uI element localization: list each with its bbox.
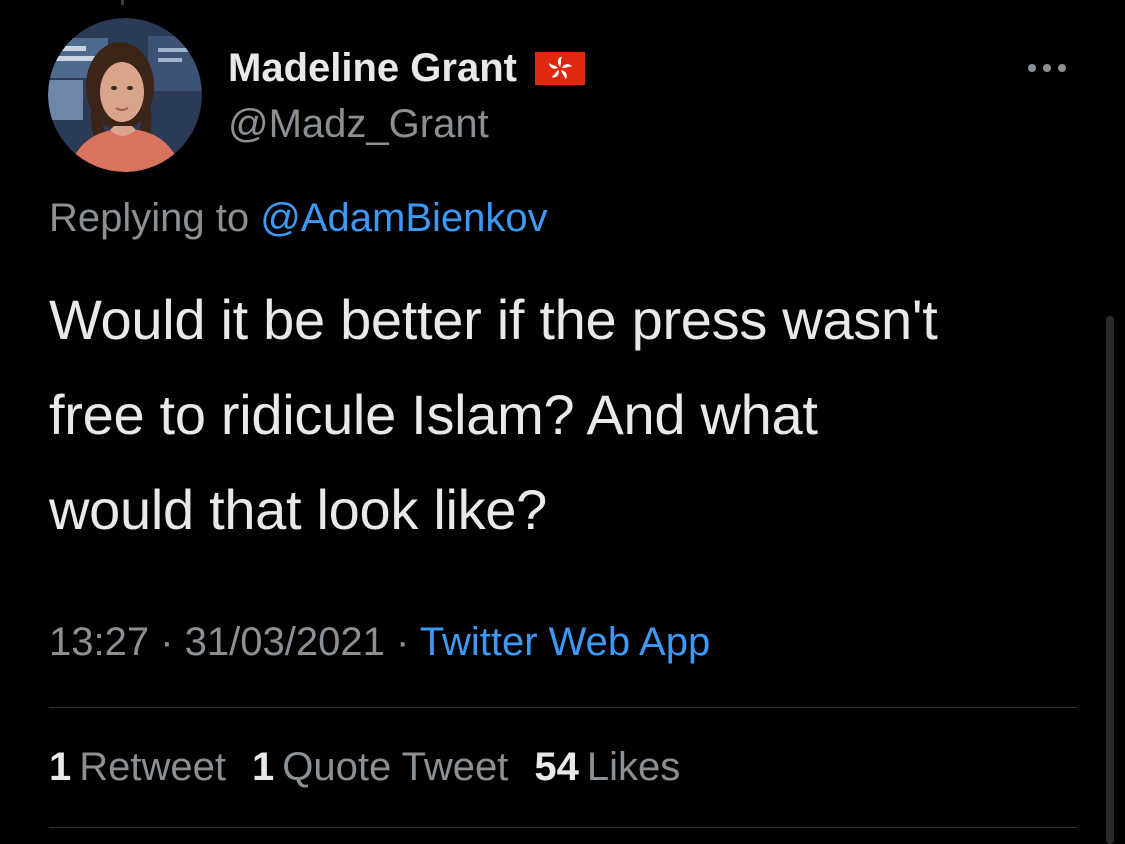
- reply-context: Replying to @AdamBienkov: [49, 192, 548, 244]
- likes-label: Likes: [586, 745, 681, 789]
- tweet-metadata: 13:27 · 31/03/2021 · Twitter Web App: [49, 616, 710, 668]
- tweet-text: Would it be better if the press wasn't f…: [49, 272, 1089, 557]
- tweet-date[interactable]: 31/03/2021: [185, 620, 385, 664]
- retweets-label: Retweet: [79, 745, 226, 789]
- meta-separator: ·: [396, 620, 420, 664]
- more-options-icon[interactable]: [1022, 58, 1072, 78]
- tweet-text-line: free to ridicule Islam? And what: [49, 383, 818, 446]
- tweet-detail: Madeline Grant @Madz_Grant Replying to @…: [0, 0, 1125, 844]
- tweet-source-link[interactable]: Twitter Web App: [420, 620, 711, 664]
- scrollbar[interactable]: [1106, 316, 1114, 844]
- thread-connector: [121, 0, 124, 5]
- tweet-time[interactable]: 13:27: [49, 620, 149, 664]
- divider: [49, 707, 1077, 708]
- quote-tweets-label: Quote Tweet: [282, 745, 509, 789]
- tweet-text-line: Would it be better if the press wasn't: [49, 288, 938, 351]
- user-handle[interactable]: @Madz_Grant: [228, 98, 489, 150]
- hong-kong-flag-icon: [534, 51, 585, 85]
- tweet-text-line: would that look like?: [49, 478, 548, 541]
- retweets-count: 1: [49, 745, 72, 789]
- replying-to-label: Replying to: [49, 196, 261, 240]
- quote-tweets-count: 1: [252, 745, 275, 789]
- engagement-stats: 1 Retweet 1 Quote Tweet 54 Likes: [49, 741, 706, 793]
- display-name: Madeline Grant: [228, 46, 517, 90]
- author-name-row[interactable]: Madeline Grant: [228, 42, 585, 94]
- meta-separator: ·: [160, 620, 185, 664]
- retweets-stat[interactable]: 1 Retweet: [49, 741, 226, 793]
- quote-tweets-stat[interactable]: 1 Quote Tweet: [252, 741, 508, 793]
- avatar[interactable]: [48, 18, 202, 172]
- divider: [49, 827, 1077, 828]
- reply-mention-link[interactable]: @AdamBienkov: [260, 196, 547, 240]
- likes-stat[interactable]: 54 Likes: [534, 741, 680, 793]
- profile-photo: [48, 18, 202, 172]
- likes-count: 54: [534, 745, 579, 789]
